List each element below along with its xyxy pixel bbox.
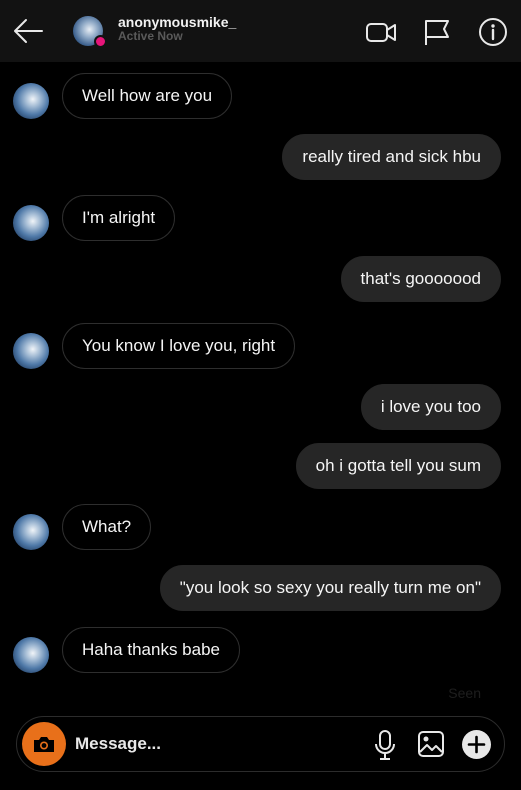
message-row: i love you too xyxy=(0,384,521,430)
plus-icon[interactable] xyxy=(461,729,492,760)
outgoing-message[interactable]: i love you too xyxy=(360,384,501,430)
incoming-message[interactable]: Well how are you xyxy=(62,73,233,119)
message-row: What? xyxy=(0,504,521,550)
sender-avatar[interactable] xyxy=(13,514,49,550)
incoming-message[interactable]: Haha thanks babe xyxy=(62,627,240,673)
seen-receipt: Seen xyxy=(448,685,481,701)
header-avatar[interactable] xyxy=(73,16,107,48)
camera-button[interactable] xyxy=(22,722,66,766)
outgoing-message[interactable]: that's gooooood xyxy=(340,256,501,302)
chat-header: anonymousmike_ Active Now xyxy=(0,0,521,62)
outgoing-message[interactable]: really tired and sick hbu xyxy=(282,134,501,180)
info-icon[interactable] xyxy=(477,16,509,48)
sender-avatar[interactable] xyxy=(13,205,49,241)
video-call-icon[interactable] xyxy=(365,16,397,48)
flag-icon[interactable] xyxy=(421,16,453,48)
incoming-message[interactable]: What? xyxy=(62,504,152,550)
message-row: "you look so sexy you really turn me on" xyxy=(0,565,521,611)
message-row: Haha thanks babe xyxy=(0,627,521,673)
presence-dot xyxy=(94,35,107,48)
message-input[interactable] xyxy=(75,729,355,759)
message-row: I'm alright xyxy=(0,195,521,241)
message-row: oh i gotta tell you sum xyxy=(0,443,521,489)
gallery-icon[interactable] xyxy=(417,730,445,758)
message-row: Well how are you xyxy=(0,73,521,119)
active-status: Active Now xyxy=(118,29,183,43)
sender-avatar[interactable] xyxy=(13,637,49,673)
outgoing-message[interactable]: oh i gotta tell you sum xyxy=(295,443,501,489)
sender-avatar[interactable] xyxy=(13,83,49,119)
incoming-message[interactable]: You know I love you, right xyxy=(62,323,296,369)
chat-username[interactable]: anonymousmike_ xyxy=(118,14,236,30)
microphone-icon[interactable] xyxy=(372,729,398,761)
back-arrow-icon[interactable] xyxy=(12,16,44,46)
camera-icon xyxy=(34,737,54,752)
message-composer xyxy=(16,716,505,772)
incoming-message[interactable]: I'm alright xyxy=(62,195,176,241)
outgoing-message[interactable]: "you look so sexy you really turn me on" xyxy=(159,565,501,611)
sender-avatar[interactable] xyxy=(13,333,49,369)
message-row: that's gooooood xyxy=(0,256,521,302)
message-row: You know I love you, right xyxy=(0,323,521,369)
message-row: really tired and sick hbu xyxy=(0,134,521,180)
